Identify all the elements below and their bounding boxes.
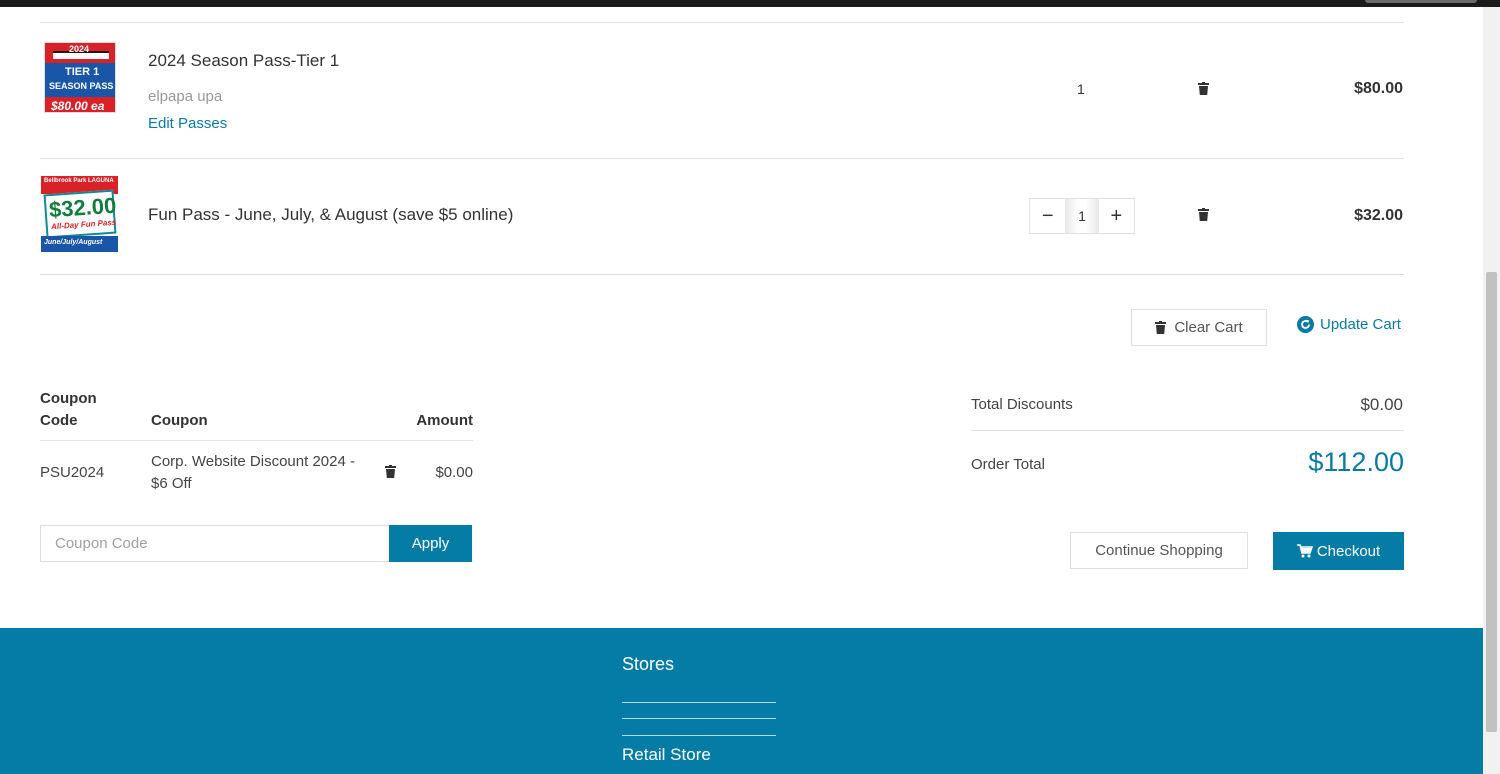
refresh-icon [1297, 316, 1314, 333]
quantity-stepper: − 1 + [1029, 198, 1135, 234]
total-discounts-label: Total Discounts [971, 396, 1073, 413]
update-cart-link[interactable]: Update Cart [1297, 316, 1401, 333]
line-price: $32.00 [1354, 207, 1403, 224]
line-price: $80.00 [1354, 80, 1403, 97]
footer-divider [622, 718, 776, 719]
footer-heading: Stores [622, 654, 675, 674]
edit-passes-link[interactable]: Edit Passes [148, 115, 227, 132]
top-strip-fade [1365, 0, 1477, 3]
total-discounts-value: $0.00 [1360, 395, 1403, 414]
cart-icon [1296, 544, 1313, 558]
trash-icon [1155, 321, 1167, 334]
amount-header: Amount [416, 412, 473, 429]
update-cart-label: Update Cart [1320, 316, 1401, 333]
divider [40, 158, 1404, 159]
coupon-code-input[interactable] [40, 525, 389, 562]
product-name: 2024 Season Pass-Tier 1 [148, 51, 340, 70]
product-name: Fun Pass - June, July, & August (save $5… [148, 205, 514, 224]
decrease-quantity-button[interactable]: − [1030, 199, 1066, 233]
site-footer: Stores Retail Store [0, 628, 1483, 774]
trash-icon[interactable] [1198, 82, 1209, 95]
continue-shopping-button[interactable]: Continue Shopping [1070, 532, 1248, 569]
fun-pass-thumbnail: Bellbrook Park LAGUNA $32.00 All-Day Fun… [41, 176, 118, 252]
footer-divider [622, 702, 776, 703]
order-total-value: $112.00 [1308, 447, 1404, 477]
coupon-code-value: PSU2024 [40, 464, 105, 481]
footer-divider [622, 735, 776, 736]
checkout-button[interactable]: Checkout [1273, 532, 1404, 570]
divider [971, 430, 1404, 431]
order-total-label: Order Total [971, 456, 1045, 473]
coupon-description: Corp. Website Discount 2024 - $6 Off [151, 453, 355, 492]
trash-icon[interactable] [1198, 208, 1209, 221]
browser-top-strip [0, 0, 1500, 7]
coupon-code-header: Coupon Code [40, 390, 97, 429]
clear-cart-button[interactable]: Clear Cart [1131, 309, 1267, 346]
coupon-amount: $0.00 [435, 464, 473, 481]
checkout-label: Checkout [1316, 542, 1381, 560]
trash-icon[interactable] [385, 465, 396, 478]
page-scrollbar[interactable] [1483, 7, 1500, 774]
scrollbar-thumb[interactable] [1486, 272, 1497, 732]
coupon-header: Coupon [151, 412, 208, 429]
divider [40, 22, 1404, 23]
divider [40, 440, 473, 441]
quantity-value: 1 [1077, 81, 1085, 97]
divider [40, 274, 1404, 275]
season-pass-thumbnail: 2024 TIER 1 SEASON PASS $80.00 ea [44, 42, 116, 113]
product-holder-name: elpapa upa [148, 88, 223, 105]
quantity-input[interactable]: 1 [1065, 199, 1099, 233]
footer-link-retail-store[interactable]: Retail Store [622, 745, 711, 765]
increase-quantity-button[interactable]: + [1098, 199, 1135, 233]
apply-coupon-button[interactable]: Apply [389, 525, 472, 562]
clear-cart-label: Clear Cart [1174, 319, 1243, 336]
